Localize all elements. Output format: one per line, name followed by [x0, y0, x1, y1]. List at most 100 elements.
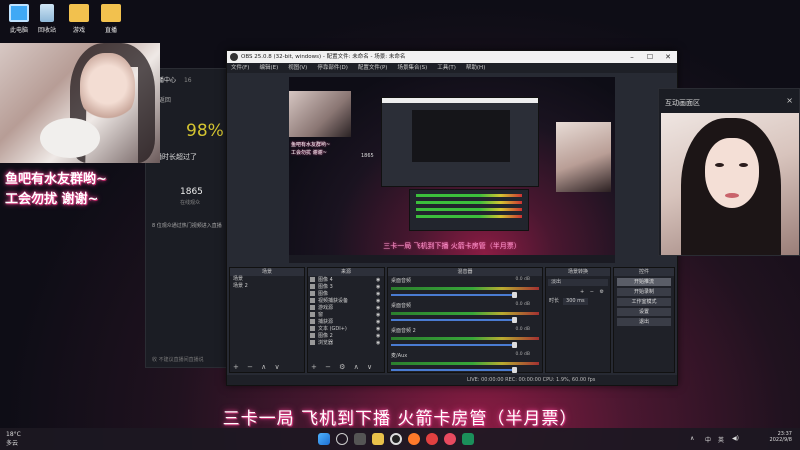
eye-icon[interactable]: ◉: [376, 326, 384, 332]
audience-count-label: 在线观众: [180, 200, 201, 206]
eye-icon[interactable]: ◉: [376, 333, 384, 339]
obs-preview[interactable]: 鱼吧有水友群哟~ 工会勿扰 谢谢~ 1865 三卡一局 飞机到下播 火箭卡房管（…: [289, 77, 615, 263]
window-icon: [310, 312, 315, 317]
menu-tools[interactable]: 工具(T): [437, 63, 456, 73]
volume-slider[interactable]: [391, 367, 518, 373]
obs-taskbar-icon[interactable]: [390, 433, 402, 445]
preview-text-line1: 鱼吧有水友群哟~: [291, 142, 331, 148]
channel-db: 0.0 dB: [515, 277, 530, 282]
source-item[interactable]: 图像 ◉: [308, 290, 384, 297]
app-icon[interactable]: [426, 433, 438, 445]
eye-icon[interactable]: ◉: [376, 312, 384, 318]
menu-edit[interactable]: 编辑(E): [259, 63, 278, 73]
transition-select[interactable]: 淡出: [548, 279, 608, 286]
folder-icon: [101, 4, 121, 22]
source-item[interactable]: 浏览器 ◉: [308, 339, 384, 346]
scene-item[interactable]: 场景 2: [230, 283, 304, 290]
source-item[interactable]: 图像 3 ◉: [308, 283, 384, 290]
channel-name: 桌面音频: [391, 278, 412, 284]
mixer-header: 混音器: [388, 268, 542, 276]
obs-title-bar[interactable]: OBS 25.0.8 (32-bit, windows) - 配置文件: 未命名…: [227, 51, 677, 63]
text-icon: [310, 326, 315, 331]
obs-window: OBS 25.0.8 (32-bit, windows) - 配置文件: 未命名…: [226, 50, 678, 386]
exit-button[interactable]: 退出: [617, 318, 671, 326]
menu-scene-collection[interactable]: 场景集合(S): [397, 63, 427, 73]
close-icon[interactable]: ×: [786, 96, 793, 105]
eye-icon[interactable]: ◉: [376, 305, 384, 311]
audience-note: 8 位观众通过热门视频进入直播: [152, 223, 222, 229]
eye-icon[interactable]: ◉: [376, 319, 384, 325]
menu-view[interactable]: 视图(V): [288, 63, 307, 73]
clock[interactable]: 23:37 2022/9/8: [758, 431, 792, 443]
source-item[interactable]: 文本 (GDI+) ◉: [308, 325, 384, 332]
scene-item[interactable]: 场景: [230, 276, 304, 283]
image-icon: [310, 333, 315, 338]
start-streaming-button[interactable]: 开始推流: [617, 278, 671, 286]
preview-count: 1865: [361, 153, 374, 159]
chevron-up-icon[interactable]: ∧: [690, 435, 694, 442]
volume-meter: [391, 362, 539, 365]
eye-icon[interactable]: ◉: [376, 277, 384, 283]
stat-value: 98%: [186, 121, 224, 141]
eye-icon[interactable]: ◉: [376, 284, 384, 290]
source-item[interactable]: 捕获源 ◉: [308, 318, 384, 325]
start-recording-button[interactable]: 开始录制: [617, 288, 671, 296]
scenes-toolbar[interactable]: + − ∧ ∨: [230, 363, 304, 372]
camera-icon: [310, 298, 315, 303]
desktop-icon-games-folder[interactable]: 游戏: [62, 4, 96, 34]
source-item[interactable]: 图像 2 ◉: [308, 332, 384, 339]
search-icon[interactable]: [336, 433, 348, 445]
close-icon[interactable]: ✕: [659, 51, 677, 63]
ime-indicator[interactable]: 中: [705, 435, 711, 444]
right-webcam-feed: [661, 113, 799, 255]
menu-file[interactable]: 文件(F): [231, 63, 249, 73]
file-explorer-icon[interactable]: [372, 433, 384, 445]
source-item[interactable]: 游戏源 ◉: [308, 304, 384, 311]
eye-icon[interactable]: ◉: [376, 340, 384, 346]
source-item[interactable]: 图像 4 ◉: [308, 276, 384, 283]
eye-icon[interactable]: ◉: [376, 291, 384, 297]
channel-db: 0.0 dB: [515, 327, 530, 332]
sources-header: 来源: [308, 268, 384, 276]
volume-meter: [391, 287, 539, 290]
start-icon[interactable]: [318, 433, 330, 445]
maximize-icon[interactable]: ☐: [641, 51, 659, 63]
duration-input[interactable]: 300 ms: [563, 298, 588, 305]
sources-toolbar[interactable]: + − ⚙ ∧ ∨: [308, 363, 384, 372]
lang-indicator[interactable]: 英: [718, 435, 724, 444]
live-center-count: 16: [183, 77, 192, 84]
source-item[interactable]: 窗 ◉: [308, 311, 384, 318]
douyu-icon[interactable]: [408, 433, 420, 445]
desktop-icon-recycle-bin[interactable]: 回收站: [30, 4, 64, 34]
volume-slider[interactable]: [391, 292, 518, 298]
image-icon: [310, 277, 315, 282]
volume-icon[interactable]: ◀): [732, 435, 739, 442]
stream-subtitle: 三卡一局 飞机到下播 火箭卡房管（半月票）: [222, 409, 578, 429]
app-icon[interactable]: [462, 433, 474, 445]
volume-slider[interactable]: [391, 342, 518, 348]
menu-profile[interactable]: 配置文件(P): [358, 63, 388, 73]
stat-percent: 98%: [186, 121, 224, 141]
source-item[interactable]: 视频捕获设备 ◉: [308, 297, 384, 304]
eye-icon[interactable]: ◉: [376, 298, 384, 304]
menu-help[interactable]: 帮助(H): [466, 63, 485, 73]
transitions-dock: 场景转换 淡出 + − ⚙ 时长 300 ms: [545, 267, 611, 373]
preview-nested-canvas: [412, 110, 510, 162]
eye-shape: [715, 163, 724, 167]
weather-widget[interactable]: 18°C 多云: [6, 431, 21, 447]
weibo-icon[interactable]: [444, 433, 456, 445]
volume-slider[interactable]: [391, 317, 518, 323]
face-shape: [80, 53, 135, 123]
task-view-icon[interactable]: [354, 433, 366, 445]
desktop-icon-label: 直播: [104, 27, 117, 34]
minimize-icon[interactable]: –: [623, 51, 641, 63]
controls-dock: 控件 开始推流 开始录制 工作室模式 设置 退出: [613, 267, 675, 373]
studio-mode-button[interactable]: 工作室模式: [617, 298, 671, 306]
mixer-channel: 桌面音频 0.0 dB: [388, 301, 542, 326]
transition-add-remove[interactable]: + − ⚙: [546, 289, 610, 296]
image-icon: [310, 291, 315, 296]
gamepad-icon: [310, 305, 315, 310]
menu-docks[interactable]: 停靠部件(D): [317, 63, 348, 73]
settings-button[interactable]: 设置: [617, 308, 671, 316]
desktop-icon-live-folder[interactable]: 直播: [94, 4, 128, 34]
